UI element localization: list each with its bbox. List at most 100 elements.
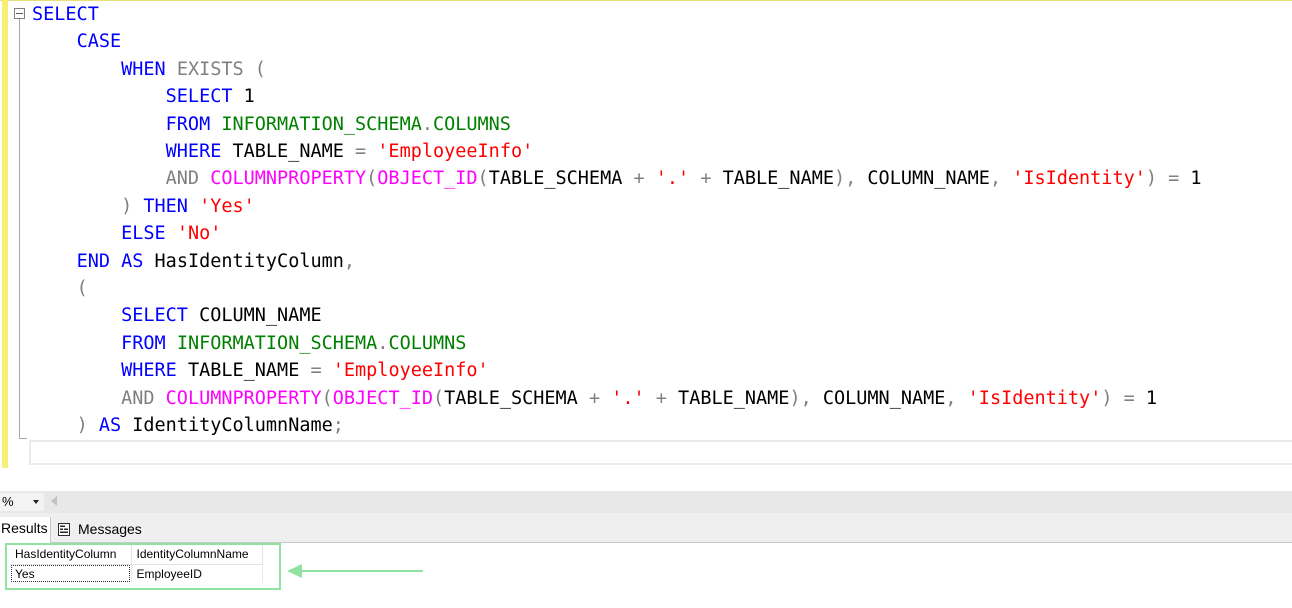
zoom-dropdown[interactable]: % bbox=[0, 493, 44, 511]
code-token: + bbox=[588, 387, 601, 409]
outline-guide-line bbox=[19, 19, 20, 438]
code-token: SELECT bbox=[165, 86, 233, 108]
code-token: ) bbox=[76, 415, 88, 437]
code-line[interactable]: END AS HasIdentityColumn, bbox=[32, 248, 1202, 275]
grid-header-row: HasIdentityColumn IdentityColumnName bbox=[10, 545, 263, 565]
code-token: WHEN bbox=[121, 58, 166, 80]
code-token: ELSE bbox=[121, 223, 166, 245]
code-token: COLUMNPROPERTY bbox=[210, 168, 367, 190]
code-token: AS bbox=[98, 415, 122, 437]
code-line[interactable]: AND COLUMNPROPERTY(OBJECT_ID(TABLE_SCHEM… bbox=[32, 385, 1202, 412]
code-line[interactable]: CASE bbox=[32, 28, 1202, 55]
results-grid-area: HasIdentityColumn IdentityColumnName Yes… bbox=[0, 543, 1292, 608]
code-line[interactable]: ( bbox=[32, 275, 1202, 302]
code-token: SELECT bbox=[121, 305, 188, 327]
code-token: ) bbox=[1101, 387, 1113, 409]
scroll-left-icon[interactable] bbox=[51, 496, 57, 506]
code-line[interactable]: SELECT 1 bbox=[32, 83, 1202, 110]
code-line[interactable]: FROM INFORMATION_SCHEMA.COLUMNS bbox=[32, 330, 1202, 357]
code-line[interactable]: ) THEN 'Yes' bbox=[32, 193, 1202, 220]
code-line[interactable]: WHEN EXISTS ( bbox=[32, 56, 1202, 83]
code-token: 1 bbox=[232, 86, 255, 108]
code-token: AND bbox=[121, 387, 155, 409]
code-token: IdentityColumnName bbox=[121, 415, 333, 437]
code-token: HasIdentityColumn bbox=[143, 250, 344, 272]
code-token: ) bbox=[121, 195, 133, 217]
zoom-bar: % bbox=[0, 491, 1292, 513]
code-token: ; bbox=[332, 415, 344, 437]
grid-cell[interactable]: Yes bbox=[10, 564, 132, 583]
code-token: , bbox=[945, 387, 957, 409]
tab-results[interactable]: Results bbox=[0, 517, 51, 543]
code-line[interactable]: AND COLUMNPROPERTY(OBJECT_ID(TABLE_SCHEM… bbox=[32, 165, 1202, 192]
code-token: FROM bbox=[165, 113, 211, 135]
code-line[interactable]: WHERE TABLE_NAME = 'EmployeeInfo' bbox=[32, 357, 1202, 384]
grid-cell[interactable]: EmployeeID bbox=[131, 564, 263, 583]
code-token: ), bbox=[789, 387, 812, 409]
arrow-left-icon bbox=[287, 564, 423, 578]
sql-code[interactable]: SELECT CASE WHEN EXISTS ( SELECT 1 FROM … bbox=[32, 1, 1202, 440]
code-token: + bbox=[633, 168, 645, 190]
code-token: COLUMN_NAME bbox=[856, 168, 990, 190]
code-line[interactable]: SELECT bbox=[32, 1, 1202, 28]
code-token: 'IsIdentity' bbox=[967, 387, 1102, 409]
code-line[interactable]: SELECT COLUMN_NAME bbox=[32, 302, 1202, 329]
code-token: . bbox=[377, 332, 389, 354]
code-token: ( bbox=[433, 387, 445, 409]
code-token: 1 bbox=[1134, 387, 1158, 409]
column-header-identity-name[interactable]: IdentityColumnName bbox=[131, 545, 263, 565]
code-token: ( bbox=[321, 387, 333, 409]
table-row: Yes EmployeeID bbox=[10, 564, 263, 583]
code-token: OBJECT_ID bbox=[377, 168, 478, 190]
code-token: 'Yes' bbox=[199, 195, 255, 217]
code-token: EXISTS ( bbox=[176, 58, 266, 80]
code-token: COLUMN_NAME bbox=[811, 387, 946, 409]
results-grid[interactable]: HasIdentityColumn IdentityColumnName Yes… bbox=[10, 545, 263, 583]
code-line[interactable]: WHERE TABLE_NAME = 'EmployeeInfo' bbox=[32, 138, 1202, 165]
code-token: FROM bbox=[121, 332, 166, 354]
code-line[interactable]: FROM INFORMATION_SCHEMA.COLUMNS bbox=[32, 111, 1202, 138]
code-token: COLUMN_NAME bbox=[187, 305, 322, 327]
code-token: COLUMNS bbox=[388, 332, 467, 354]
code-token: , bbox=[989, 168, 1002, 190]
collapse-minus-icon[interactable] bbox=[14, 8, 25, 19]
code-token: WHERE bbox=[121, 360, 177, 382]
code-token: COLUMNS bbox=[432, 113, 511, 135]
code-token: '.' bbox=[655, 168, 690, 190]
code-line[interactable]: ) AS IdentityColumnName; bbox=[32, 412, 1202, 439]
code-token: TABLE_SCHEMA bbox=[444, 387, 589, 409]
query-editor[interactable]: SELECT CASE WHEN EXISTS ( SELECT 1 FROM … bbox=[0, 0, 1292, 470]
code-token: ) bbox=[1145, 168, 1158, 190]
messages-icon bbox=[58, 523, 70, 536]
results-tab-strip: Results Messages bbox=[0, 513, 1292, 543]
column-header-has-identity[interactable]: HasIdentityColumn bbox=[10, 545, 132, 565]
code-token: 'EmployeeInfo' bbox=[377, 141, 534, 163]
code-token: = bbox=[1168, 168, 1180, 190]
outline-guide-end bbox=[19, 438, 27, 439]
code-line[interactable]: ELSE 'No' bbox=[32, 220, 1202, 247]
code-token: ( bbox=[477, 168, 489, 190]
chevron-down-icon[interactable] bbox=[33, 500, 39, 504]
code-token: TABLE_SCHEMA bbox=[488, 168, 634, 190]
code-token: CASE bbox=[76, 31, 122, 53]
code-token: THEN bbox=[143, 195, 188, 217]
